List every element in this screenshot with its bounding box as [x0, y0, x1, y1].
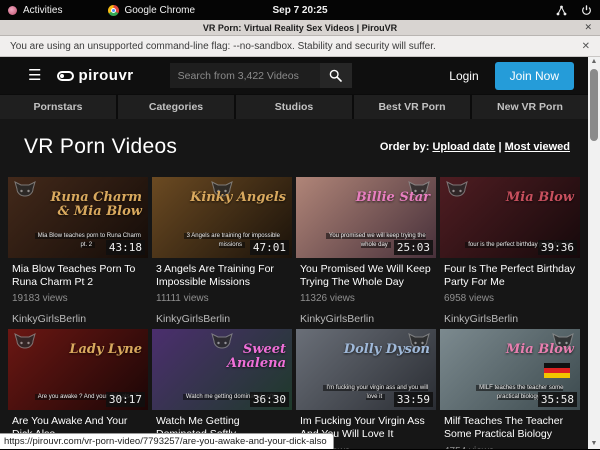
tab-title[interactable]: VR Porn: Virtual Reality Sex Videos | Pi…	[203, 23, 397, 33]
main-nav: Pornstars Categories Studios Best VR Por…	[0, 94, 588, 119]
duration-badge: 43:18	[106, 240, 145, 255]
video-thumbnail[interactable]: Dolly Dyson I'm fucking your virgin ass …	[296, 329, 436, 410]
tab-close-icon[interactable]: ✕	[584, 22, 592, 33]
network-icon[interactable]	[556, 5, 567, 16]
video-meta: Mia Blow Teaches Porn To Runa Charm Pt 2…	[8, 258, 148, 325]
studio-cat-logo-icon	[14, 333, 36, 358]
studio-cat-logo-icon	[446, 181, 468, 206]
nav-item-best-vr-porn[interactable]: Best VR Porn	[354, 95, 470, 119]
video-thumbnail[interactable]: Kinky Angels 3 Angels are training for i…	[152, 177, 292, 258]
video-meta: You Promised We Will Keep Trying The Who…	[296, 258, 436, 325]
search-input[interactable]	[170, 63, 320, 88]
video-thumbnail[interactable]: Lady Lyne Are you awake ? And your dick …	[8, 329, 148, 410]
scroll-down-icon[interactable]: ▼	[591, 439, 598, 449]
page-head: VR Porn Videos Order by: Upload date | M…	[0, 119, 588, 169]
video-grid: Runa Charm & Mia Blow Mia Blow teaches p…	[0, 169, 588, 449]
video-card: Mia Blow four is the perfect birthday pa…	[440, 177, 580, 325]
studio-link[interactable]: KinkyGirlsBerlin	[300, 313, 434, 325]
search-box	[170, 63, 352, 88]
studio-link[interactable]: KinkyGirlsBerlin	[444, 313, 578, 325]
video-thumbnail[interactable]: Mia Blow MILF teaches the teacher some p…	[440, 329, 580, 410]
video-title-link[interactable]: You Promised We Will Keep Trying The Who…	[300, 263, 434, 289]
order-upload-date-link[interactable]: Upload date	[432, 141, 495, 153]
infobar-close-icon[interactable]: ✕	[582, 41, 590, 52]
duration-badge: 36:30	[250, 392, 289, 407]
nav-item-studios[interactable]: Studios	[236, 95, 352, 119]
studio-link[interactable]: KinkyGirlsBerlin	[12, 313, 146, 325]
video-thumbnail[interactable]: Billie Star You promised we will keep tr…	[296, 177, 436, 258]
menu-icon[interactable]: ☰	[28, 68, 41, 83]
video-thumbnail[interactable]: Sweet Analena Watch me getting dominated…	[152, 329, 292, 410]
video-card: Runa Charm & Mia Blow Mia Blow teaches p…	[8, 177, 148, 325]
nav-item-pornstars[interactable]: Pornstars	[0, 95, 116, 119]
status-url-bubble: https://pirouvr.com/vr-porn-video/779325…	[0, 433, 334, 449]
german-flag-icon	[544, 363, 570, 378]
video-thumbnail[interactable]: Mia Blow four is the perfect birthday pa…	[440, 177, 580, 258]
vr-goggles-icon	[57, 71, 74, 81]
thumbnail-overlay-name: Mia Blow	[470, 343, 574, 357]
browser-tab-bar: VR Porn: Virtual Reality Sex Videos | Pi…	[0, 20, 600, 36]
duration-badge: 30:17	[106, 392, 145, 407]
video-card: Dolly Dyson I'm fucking your virgin ass …	[296, 329, 436, 449]
search-icon	[329, 69, 342, 82]
view-count: 6958 views	[444, 293, 578, 304]
nav-item-new-vr-porn[interactable]: New VR Porn	[472, 95, 588, 119]
search-button[interactable]	[320, 63, 352, 88]
video-card: Kinky Angels 3 Angels are training for i…	[152, 177, 292, 325]
scrollbar[interactable]: ▲ ▼	[588, 57, 600, 449]
thumbnail-overlay-name: Billie Star	[326, 191, 430, 205]
order-separator: |	[495, 141, 504, 153]
thumbnail-overlay-name: Mia Blow	[470, 191, 574, 205]
duration-badge: 35:58	[538, 392, 577, 407]
order-most-viewed-link[interactable]: Most viewed	[505, 141, 570, 153]
duration-badge: 47:01	[250, 240, 289, 255]
view-count: 11111 views	[156, 293, 290, 304]
clock[interactable]: Sep 7 20:25	[0, 5, 600, 16]
video-title-link[interactable]: Four Is The Perfect Birthday Party For M…	[444, 263, 578, 289]
thumbnail-overlay-name: Sweet Analena	[182, 343, 286, 370]
login-link[interactable]: Login	[449, 69, 478, 83]
power-icon[interactable]	[581, 5, 592, 16]
system-tray	[556, 5, 592, 16]
site-header: ☰ pirouvr Login Join Now	[0, 57, 588, 94]
duration-badge: 33:59	[394, 392, 433, 407]
duration-badge: 39:36	[538, 240, 577, 255]
video-title-link[interactable]: 3 Angels Are Training For Impossible Mis…	[156, 263, 290, 289]
view-count: 19183 views	[12, 293, 146, 304]
thumbnail-overlay-name: Lady Lyne	[38, 343, 142, 357]
studio-link[interactable]: KinkyGirlsBerlin	[156, 313, 290, 325]
order-by-label: Order by:	[380, 141, 430, 153]
view-count: 11326 views	[300, 293, 434, 304]
video-card: Lady Lyne Are you awake ? And your dick …	[8, 329, 148, 449]
video-meta: 3 Angels Are Training For Impossible Mis…	[152, 258, 292, 325]
studio-cat-logo-icon	[14, 181, 36, 206]
join-now-button[interactable]: Join Now	[495, 62, 574, 90]
view-count: 4754 views	[444, 446, 578, 450]
order-by: Order by: Upload date | Most viewed	[380, 141, 570, 153]
logo-text: pirouvr	[78, 67, 133, 84]
scroll-up-icon[interactable]: ▲	[591, 57, 598, 67]
thumbnail-overlay-name: Runa Charm & Mia Blow	[38, 191, 142, 218]
chrome-infobar: You are using an unsupported command-lin…	[0, 36, 600, 57]
browser-viewport: ☰ pirouvr Login Join Now Pornstars Categ…	[0, 57, 600, 449]
thumbnail-overlay-name: Dolly Dyson	[326, 343, 430, 357]
site-logo[interactable]: pirouvr	[57, 67, 133, 84]
video-card: Mia Blow MILF teaches the teacher some p…	[440, 329, 580, 449]
scrollbar-thumb[interactable]	[590, 69, 598, 141]
thumbnail-overlay-name: Kinky Angels	[182, 191, 286, 205]
os-taskbar: Activities Google Chrome Sep 7 20:25	[0, 0, 600, 20]
page-title: VR Porn Videos	[24, 135, 177, 159]
duration-badge: 25:03	[394, 240, 433, 255]
video-title-link[interactable]: Milf Teaches The Teacher Some Practical …	[444, 415, 578, 441]
video-meta: Four Is The Perfect Birthday Party For M…	[440, 258, 580, 325]
video-thumbnail[interactable]: Runa Charm & Mia Blow Mia Blow teaches p…	[8, 177, 148, 258]
video-meta: Milf Teaches The Teacher Some Practical …	[440, 410, 580, 449]
nav-item-categories[interactable]: Categories	[118, 95, 234, 119]
video-card: Sweet Analena Watch me getting dominated…	[152, 329, 292, 449]
video-card: Billie Star You promised we will keep tr…	[296, 177, 436, 325]
video-title-link[interactable]: Mia Blow Teaches Porn To Runa Charm Pt 2	[12, 263, 146, 289]
infobar-message: You are using an unsupported command-lin…	[10, 41, 436, 52]
